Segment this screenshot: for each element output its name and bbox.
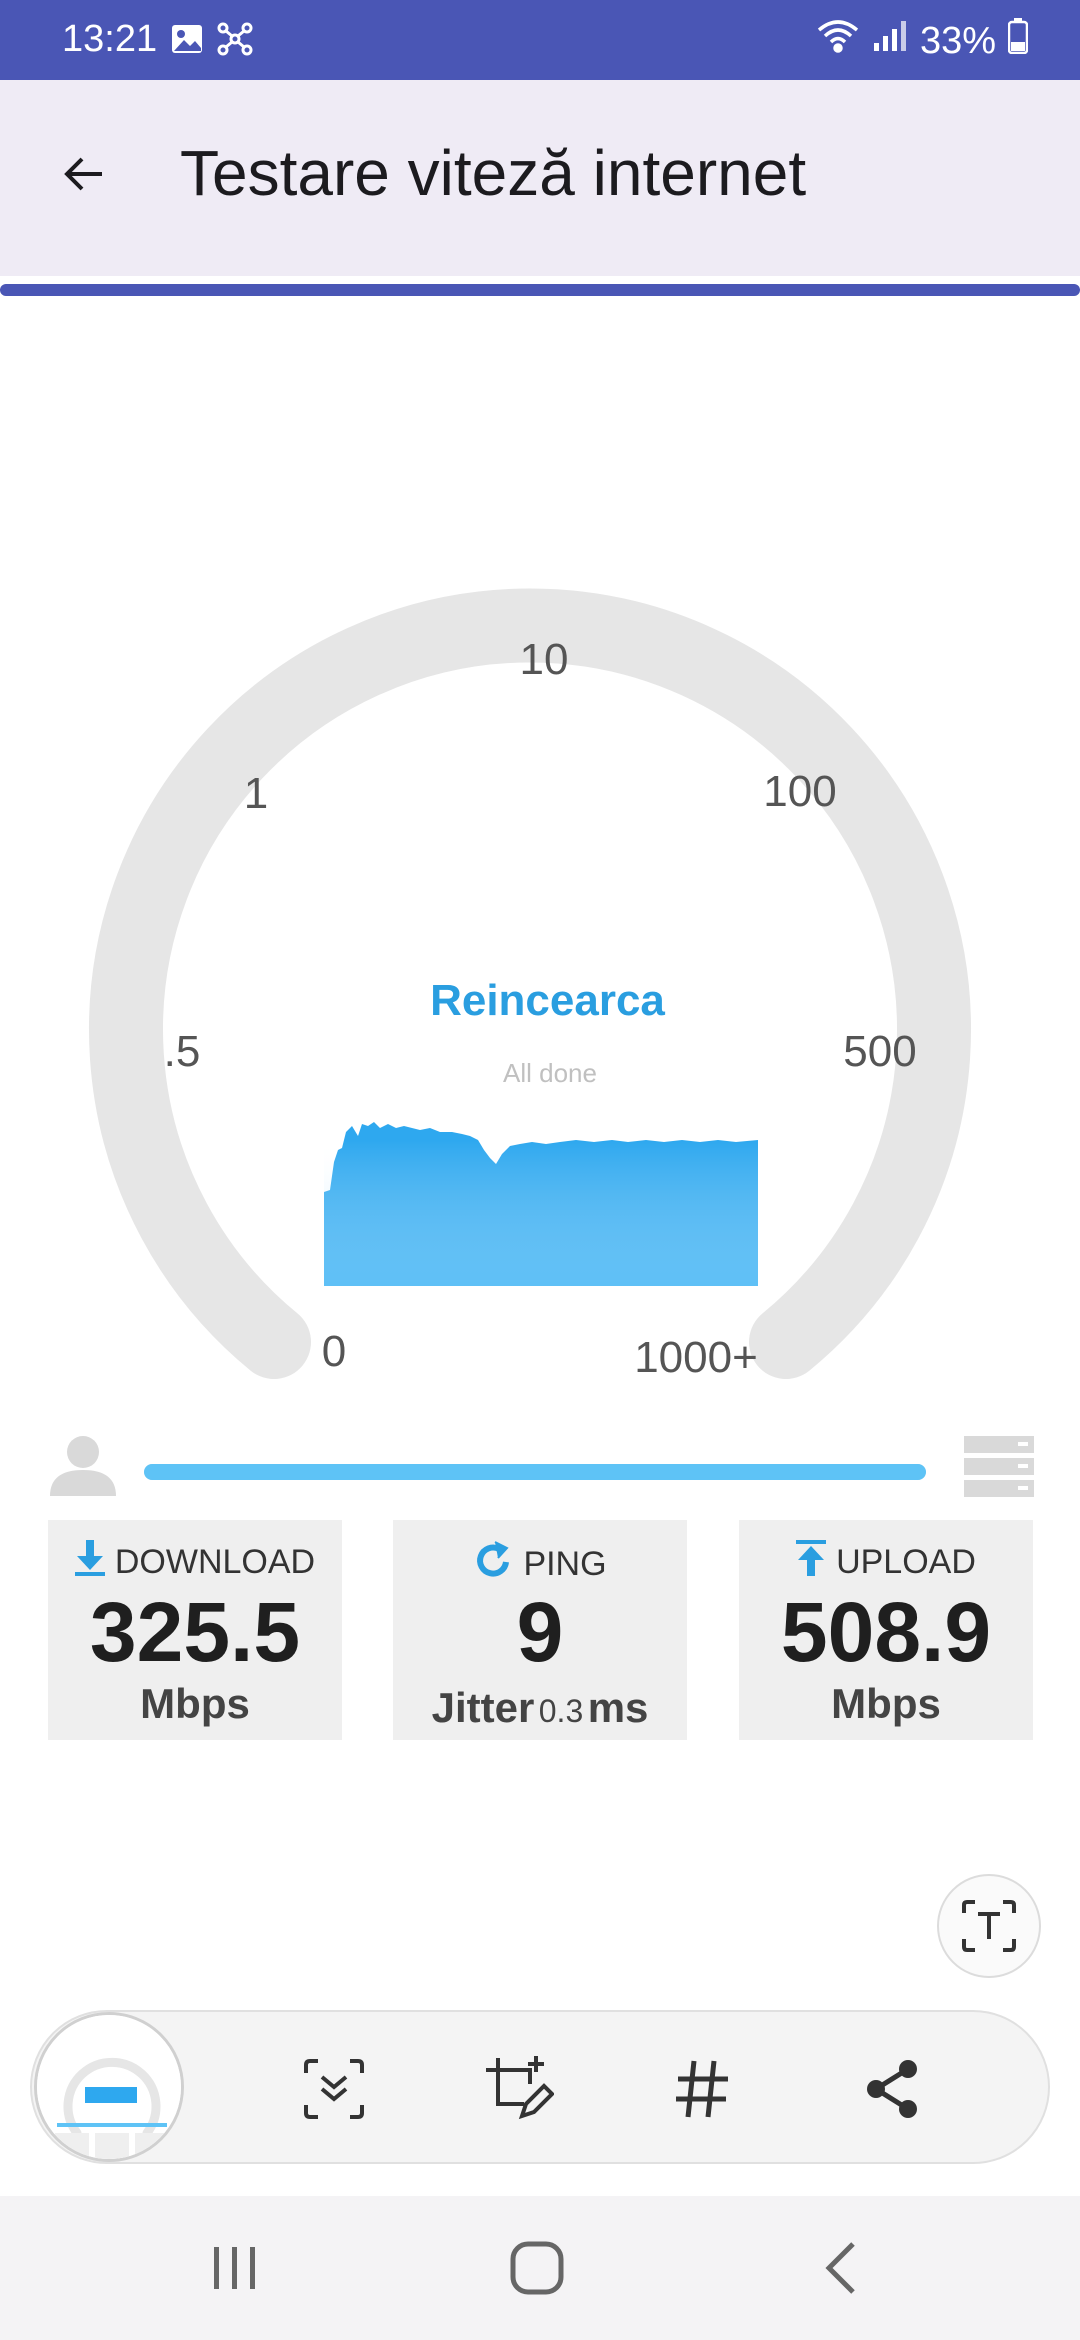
page-title: Testare viteză internet xyxy=(180,137,807,209)
jitter-unit: ms xyxy=(587,1684,649,1731)
refresh-icon xyxy=(473,1540,513,1589)
user-icon xyxy=(46,1432,120,1501)
home-icon xyxy=(510,2241,564,2295)
arrow-back-icon xyxy=(64,157,102,191)
back-nav-button[interactable] xyxy=(796,2232,886,2304)
gauge-label-10: 10 xyxy=(520,635,569,684)
download-label: DOWNLOAD xyxy=(114,1543,316,1581)
share-icon xyxy=(867,2060,917,2118)
hashtag-icon xyxy=(676,2060,728,2118)
test-progress-bar xyxy=(144,1464,926,1480)
hashtag-button[interactable] xyxy=(647,2034,757,2144)
back-icon xyxy=(825,2242,855,2294)
ping-label: PING xyxy=(523,1545,607,1583)
jitter-row: Jitter 0.3 ms xyxy=(393,1684,687,1732)
gauge-label-1000: 1000+ xyxy=(634,1333,758,1382)
download-card: DOWNLOAD 325.5 Mbps xyxy=(48,1520,342,1740)
download-arrow-icon xyxy=(74,1540,105,1585)
gauge-label-100: 100 xyxy=(763,767,836,816)
retry-button[interactable]: Reincearca xyxy=(0,976,1080,1026)
scroll-capture-icon xyxy=(304,2059,364,2119)
signal-icon xyxy=(872,19,908,63)
screenshot-thumbnail[interactable] xyxy=(34,2012,184,2162)
ping-value: 9 xyxy=(516,1585,564,1679)
test-status-text: All done xyxy=(503,1058,597,1088)
text-scan-icon xyxy=(962,1900,1016,1952)
status-right-group: 33% xyxy=(816,18,1029,64)
gauge-label-0: 0 xyxy=(322,1327,346,1376)
status-bar: 13:21 33% xyxy=(0,0,1080,80)
back-button[interactable] xyxy=(52,142,116,206)
wifi-icon xyxy=(816,18,860,64)
download-unit: Mbps xyxy=(140,1680,250,1727)
text-extract-button[interactable] xyxy=(937,1874,1041,1978)
recents-button[interactable] xyxy=(190,2232,280,2304)
server-icon xyxy=(962,1434,1036,1503)
screenshot-toolbar xyxy=(30,2010,1050,2164)
jitter-value: 0.3 xyxy=(538,1693,584,1729)
upload-arrow-icon xyxy=(796,1540,827,1585)
upload-card: UPLOAD 508.9 Mbps xyxy=(739,1520,1033,1740)
recents-icon xyxy=(214,2247,255,2289)
app-bar: Testare viteză internet xyxy=(0,80,1080,276)
thumbnail-preview xyxy=(37,2015,181,2159)
battery-percentage: 33% xyxy=(919,19,996,62)
header-divider xyxy=(0,284,1080,296)
upload-unit: Mbps xyxy=(831,1680,941,1727)
gauge-label-1: 1 xyxy=(244,769,268,818)
home-button[interactable] xyxy=(492,2232,582,2304)
gallery-icon xyxy=(170,22,204,61)
battery-icon xyxy=(1007,18,1029,64)
scroll-capture-button[interactable] xyxy=(279,2034,389,2144)
upload-value: 508.9 xyxy=(780,1585,992,1679)
system-nav-bar xyxy=(0,2196,1080,2340)
speed-graph-shade xyxy=(324,1140,758,1286)
connected-nodes-icon xyxy=(216,20,254,63)
status-time: 13:21 xyxy=(62,18,158,60)
upload-label: UPLOAD xyxy=(836,1543,976,1581)
crop-edit-button[interactable] xyxy=(464,2034,574,2144)
ping-card: PING 9 Jitter 0.3 ms xyxy=(393,1520,687,1740)
jitter-label: Jitter xyxy=(431,1684,535,1731)
crop-edit-icon xyxy=(486,2056,554,2120)
share-button[interactable] xyxy=(837,2034,947,2144)
test-progress-fill xyxy=(144,1464,926,1480)
download-value: 325.5 xyxy=(89,1585,301,1679)
